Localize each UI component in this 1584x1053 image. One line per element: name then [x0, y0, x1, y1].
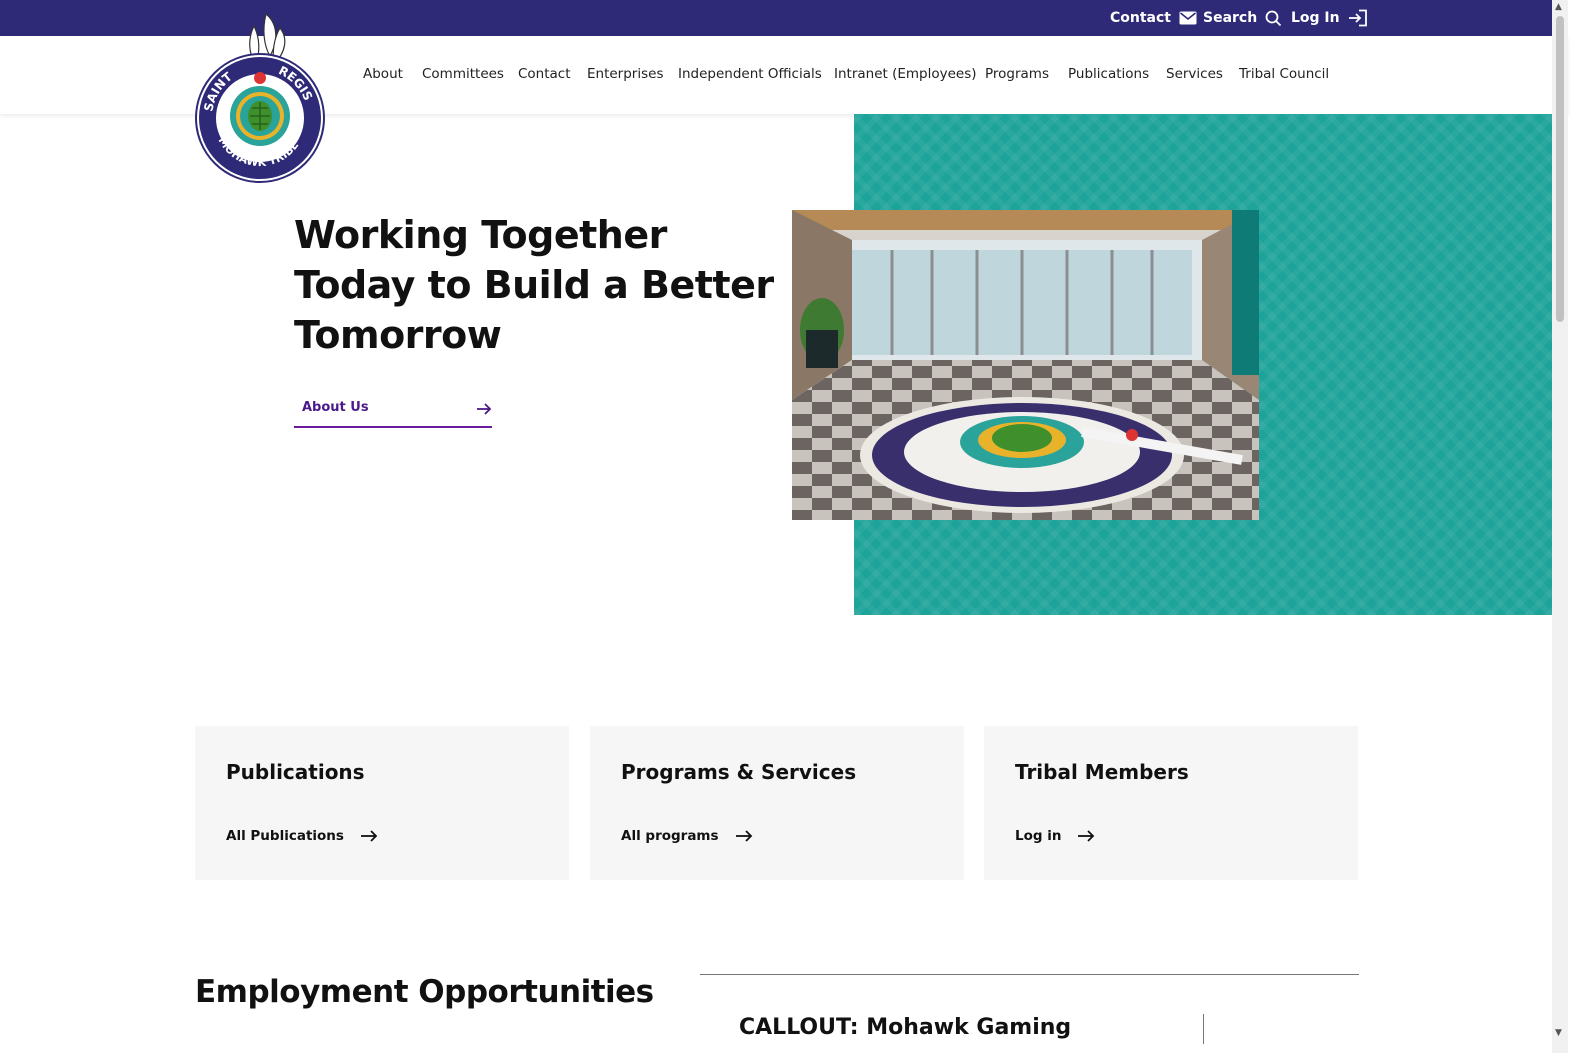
- scrollbar-thumb[interactable]: [1556, 16, 1564, 322]
- about-us-button[interactable]: About Us: [294, 396, 492, 428]
- nav-item-committees[interactable]: Committees: [422, 66, 504, 82]
- hero-title: Working Together Today to Build a Better…: [294, 213, 774, 357]
- tribe-logo[interactable]: SAINT REGIS MOHAWK TRIBE: [190, 8, 330, 198]
- all-publications-link[interactable]: All Publications: [226, 828, 378, 844]
- hero-photo: [792, 210, 1259, 520]
- programs-services-card: Programs & Services All programs: [590, 726, 964, 880]
- nav-item-independent-officials[interactable]: Independent Officials: [678, 66, 822, 82]
- card-title: Programs & Services: [621, 760, 857, 784]
- search-icon: [1265, 10, 1282, 26]
- employment-heading: Employment Opportunities: [195, 974, 654, 1010]
- arrow-right-icon: [360, 830, 378, 842]
- nav-item-services[interactable]: Services: [1166, 66, 1223, 82]
- divider: [700, 974, 1359, 975]
- about-us-label: About Us: [302, 400, 369, 415]
- scroll-down-arrow-icon[interactable]: ▼: [1555, 1028, 1562, 1038]
- arrow-right-icon: [1078, 830, 1095, 842]
- tribal-members-card: Tribal Members Log in: [984, 726, 1358, 880]
- card-link-label: All programs: [621, 828, 719, 844]
- divider: [1203, 1014, 1204, 1044]
- arrow-right-icon: [477, 403, 492, 415]
- publications-card: Publications All Publications: [195, 726, 569, 880]
- envelope-icon: [1179, 11, 1197, 25]
- login-icon: [1348, 9, 1367, 27]
- nav-item-intranet[interactable]: Intranet (Employees): [834, 66, 977, 82]
- login-label: Log In: [1291, 10, 1340, 26]
- lobby-image: [792, 210, 1259, 520]
- member-login-link[interactable]: Log in: [1015, 828, 1095, 844]
- page-scrollbar[interactable]: ▲ ▼: [1552, 0, 1568, 1053]
- card-link-label: All Publications: [226, 828, 344, 844]
- login-link[interactable]: Log In: [1291, 0, 1368, 36]
- contact-label: Contact: [1110, 10, 1171, 26]
- card-title: Publications: [226, 760, 365, 784]
- card-title: Tribal Members: [1015, 760, 1189, 784]
- all-programs-link[interactable]: All programs: [621, 828, 753, 844]
- arrow-right-icon: [735, 830, 752, 842]
- nav-item-about[interactable]: About: [363, 66, 403, 82]
- search-link[interactable]: Search: [1203, 0, 1282, 36]
- scroll-up-arrow-icon[interactable]: ▲: [1555, 2, 1562, 12]
- nav-item-programs[interactable]: Programs: [985, 66, 1049, 82]
- contact-link[interactable]: Contact: [1110, 0, 1197, 36]
- card-link-label: Log in: [1015, 828, 1062, 844]
- nav-item-tribal-council[interactable]: Tribal Council: [1239, 66, 1329, 82]
- nav-item-contact[interactable]: Contact: [518, 66, 571, 82]
- seal-emblem: SAINT REGIS MOHAWK TRIBE: [195, 12, 325, 183]
- nav-item-enterprises[interactable]: Enterprises: [587, 66, 663, 82]
- nav-item-publications[interactable]: Publications: [1068, 66, 1149, 82]
- search-label: Search: [1203, 10, 1258, 26]
- callout-title[interactable]: CALLOUT: Mohawk Gaming: [739, 1015, 1071, 1040]
